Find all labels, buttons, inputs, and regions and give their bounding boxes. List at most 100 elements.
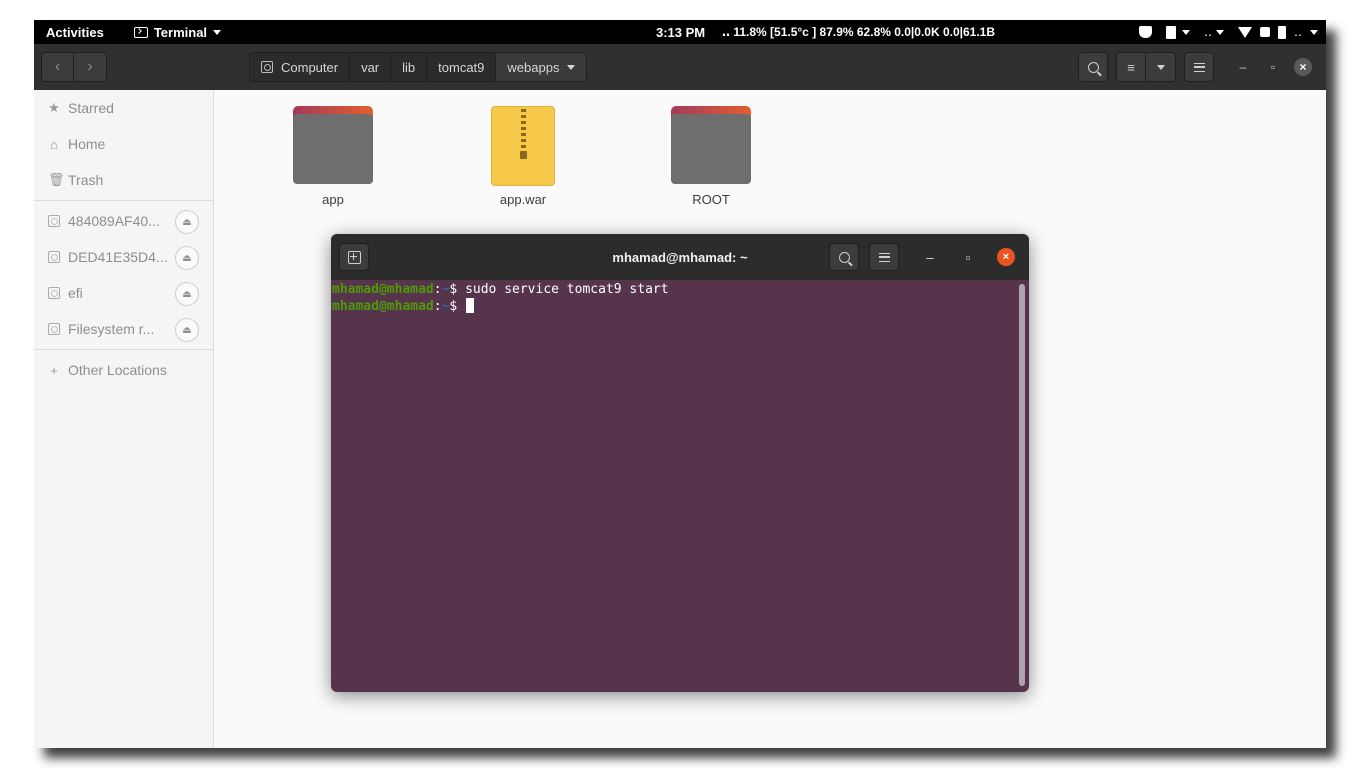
breadcrumb-label: tomcat9 [438, 59, 485, 75]
sidebar-item-home[interactable]: ⌂ Home [34, 126, 213, 162]
folder-icon [671, 106, 751, 184]
close-button[interactable]: × [1290, 54, 1316, 80]
tray-overflow-menu[interactable]: ‥ [1204, 25, 1224, 39]
clock[interactable]: 3:13 PM [656, 25, 705, 40]
file-item-root[interactable]: ROOT [651, 106, 771, 207]
chevron-down-icon [567, 64, 576, 70]
restore-icon: ▫ [1270, 60, 1276, 74]
file-item-app-war[interactable]: app.war [463, 106, 583, 207]
status-overflow-label: ‥ [1293, 25, 1302, 39]
close-icon: × [997, 248, 1015, 266]
view-options-button[interactable] [1146, 52, 1176, 82]
breadcrumb-webapps[interactable]: webapps [496, 53, 587, 81]
status-menu[interactable]: ‥ [1237, 25, 1318, 39]
file-item-app[interactable]: app [273, 106, 393, 207]
sidebar-drive-1[interactable]: 484089AF40... ⏏ [34, 203, 213, 239]
eject-button[interactable]: ⏏ [175, 210, 199, 234]
breadcrumb-tomcat9[interactable]: tomcat9 [427, 53, 497, 81]
list-view-button[interactable]: ≡ [1116, 52, 1146, 82]
system-monitor[interactable]: ‥ 11.8% [51.5°c ] 87.9% 62.8% 0.0|0.0K 0… [722, 25, 995, 39]
screen: Activities Terminal 3:13 PM ‥ 11.8% [51.… [34, 20, 1326, 748]
volume-icon [1259, 27, 1270, 37]
terminal-search-button[interactable] [829, 243, 859, 271]
terminal-output[interactable]: mhamad@mhamad:~$ sudo service tomcat9 st… [331, 280, 1029, 692]
maximize-icon: ▫ [965, 249, 971, 265]
terminal-menu-button[interactable] [869, 243, 899, 271]
star-icon: ★ [48, 100, 60, 115]
main-menu-button[interactable] [1184, 52, 1214, 82]
sidebar-item-trash[interactable]: 🗑 Trash [34, 162, 213, 198]
drive-icon [48, 251, 60, 263]
breadcrumb-var[interactable]: var [350, 53, 392, 81]
sidebar-item-label: Other Locations [68, 362, 167, 378]
eject-icon: ⏏ [182, 324, 192, 336]
prompt-separator: : [433, 282, 442, 297]
breadcrumb-computer[interactable]: Computer [250, 53, 351, 81]
wifi-icon [1237, 26, 1252, 38]
prompt-dollar: $ [449, 299, 466, 314]
sidebar-item-label: Trash [68, 172, 104, 188]
forward-button[interactable]: › [74, 52, 107, 82]
minimize-icon: – [1239, 60, 1247, 74]
trash-icon: 🗑 [48, 172, 65, 187]
terminal-command: sudo service tomcat9 start [465, 282, 669, 297]
search-icon [838, 251, 850, 263]
chevron-down-icon [1181, 29, 1190, 35]
top-bar: Activities Terminal 3:13 PM ‥ 11.8% [51.… [34, 20, 1326, 44]
sidebar-drive-efi[interactable]: efi ⏏ [34, 275, 213, 311]
sidebar-item-label: DED41E35D4... [68, 249, 168, 265]
terminal-line: mhamad@mhamad:~$ [332, 298, 1029, 315]
minimize-button[interactable]: – [1230, 54, 1256, 80]
battery-icon [1277, 25, 1286, 39]
sidebar-item-label: Home [68, 136, 106, 152]
file-name: app.war [499, 192, 547, 207]
sidebar-item-label: 484089AF40... [68, 213, 160, 229]
file-name: app [322, 192, 344, 207]
drive-icon [48, 215, 60, 227]
app-menu-label: Terminal [153, 24, 208, 40]
terminal-close-button[interactable]: × [995, 246, 1017, 268]
activities-button[interactable]: Activities [46, 25, 104, 40]
prompt-separator: : [433, 299, 442, 314]
eject-button[interactable]: ⏏ [175, 318, 199, 342]
header-actions: ≡ – ▫ × [1078, 52, 1316, 82]
drive-icon [48, 287, 60, 299]
sidebar: ★ Starred ⌂ Home 🗑 Trash 484089AF40... ⏏… [34, 90, 214, 748]
clipboard-menu[interactable] [1165, 25, 1190, 39]
chevron-left-icon: ‹ [54, 58, 61, 75]
back-button[interactable]: ‹ [41, 52, 74, 82]
sidebar-drive-filesystem[interactable]: Filesystem r... ⏏ [34, 311, 213, 347]
system-tray: ‥ ‥ [1138, 25, 1318, 39]
drive-icon [261, 61, 273, 73]
eject-button[interactable]: ⏏ [175, 246, 199, 270]
app-menu[interactable]: Terminal [133, 24, 222, 40]
archive-icon [491, 106, 555, 186]
breadcrumb-lib[interactable]: lib [391, 53, 428, 81]
terminal-line: mhamad@mhamad:~$ sudo service tomcat9 st… [332, 282, 1029, 298]
folder-icon [293, 106, 373, 184]
eject-button[interactable]: ⏏ [175, 282, 199, 306]
eject-icon: ⏏ [182, 216, 192, 228]
restore-button[interactable]: ▫ [1260, 54, 1286, 80]
terminal-scrollbar[interactable] [1019, 284, 1025, 686]
terminal-maximize-button[interactable]: ▫ [957, 246, 979, 268]
terminal-header: mhamad@mhamad: ~ – ▫ × [331, 234, 1029, 280]
search-button[interactable] [1078, 52, 1108, 82]
breadcrumb: Computer var lib tomcat9 webapps [249, 52, 588, 82]
chevron-down-icon [213, 29, 222, 35]
search-icon [1087, 61, 1099, 73]
tray-overflow-label: ‥ [1203, 25, 1212, 39]
caffeine-icon[interactable] [1138, 26, 1152, 38]
minimize-icon: – [926, 249, 934, 265]
plus-icon: + [50, 362, 58, 378]
eject-icon: ⏏ [182, 288, 192, 300]
terminal-window[interactable]: mhamad@mhamad: ~ – ▫ × mhamad@mhamad:~$ … [331, 234, 1029, 692]
breadcrumb-label: var [361, 59, 380, 75]
sidebar-item-other-locations[interactable]: + Other Locations [34, 352, 213, 388]
terminal-minimize-button[interactable]: – [919, 246, 941, 268]
sidebar-item-starred[interactable]: ★ Starred [34, 90, 213, 126]
sidebar-item-label: Filesystem r... [68, 321, 155, 337]
sidebar-drive-2[interactable]: DED41E35D4... ⏏ [34, 239, 213, 275]
breadcrumb-label: lib [402, 59, 416, 75]
hamburger-icon [878, 252, 890, 262]
